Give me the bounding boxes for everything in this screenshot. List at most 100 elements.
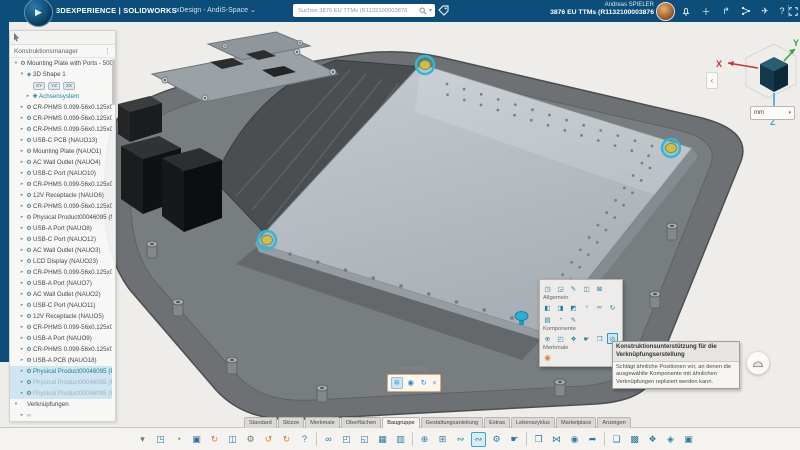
search-scope-chevron-icon[interactable]: ▾ — [429, 7, 432, 14]
tree-scrollbar[interactable] — [112, 59, 115, 105]
insert-assembly-icon[interactable]: ◱ — [357, 432, 372, 447]
tab-gestaltungsanleitung[interactable]: Gestaltungsanleitung — [420, 417, 484, 428]
grab-icon[interactable]: ☛ — [507, 432, 522, 447]
tab-lebenszyklus[interactable]: Lebenszyklus — [511, 417, 555, 428]
avatar[interactable] — [656, 2, 675, 21]
tree-item[interactable]: ▸ ⚙ USB-C PCB (NAUO13) — [10, 135, 112, 146]
gear-mate-icon[interactable]: ❖ — [645, 432, 660, 447]
tree-item[interactable]: ▾ ◈ 3D Shape 1 — [10, 69, 112, 80]
derive-icon[interactable]: ◈ — [663, 432, 678, 447]
help-icon[interactable]: ? — [297, 432, 312, 447]
tree-item[interactable]: ▸⚙CR-PHMS 0.099-56x0.125x0.125 — [10, 344, 112, 355]
share-session-icon[interactable]: ◳ — [153, 432, 168, 447]
tree-item[interactable]: ▸⚙Physical Product00046095 (Phys — [10, 377, 112, 388]
smart-mate-icon[interactable]: ⊕ — [417, 432, 432, 447]
mate-assist-icon[interactable]: ∾ — [471, 431, 486, 447]
jet-icon[interactable]: ✈ — [757, 3, 773, 19]
mate-settings-icon[interactable]: ⚙ — [489, 432, 504, 447]
search-input[interactable] — [296, 6, 417, 15]
suggestion-refresh-icon[interactable]: ↻ — [419, 378, 429, 388]
share-icon[interactable]: ↱ — [718, 3, 734, 19]
plane-chip[interactable]: XY — [33, 81, 46, 90]
mate-icon[interactable]: ∾ — [453, 432, 468, 447]
suggestion-count-icon[interactable]: ◉ — [406, 378, 416, 388]
save-icon[interactable]: ▣ — [189, 432, 204, 447]
redo-icon[interactable]: ↻ — [279, 432, 294, 447]
duplicate-icon[interactable]: ◫ — [225, 432, 240, 447]
swap-component-icon[interactable]: ◲ — [555, 283, 566, 294]
select-cursor-icon[interactable] — [13, 33, 21, 42]
tree-item[interactable]: ▸⚙CR-PHMS 0.099-56x0.125x0.125 — [10, 113, 112, 124]
workspace-switcher[interactable]: xDesign - AndiS-Space ⌄ — [176, 6, 256, 14]
tag-icon[interactable] — [437, 4, 450, 17]
tree-item[interactable]: ▸⚙Physical Product00046095 (NAUO — [10, 212, 112, 223]
tree-item[interactable]: ▸⚙CR-PHMS 0.099-56x0.125x0.125 — [10, 267, 112, 278]
tab-merkmale[interactable]: Merkmale — [305, 417, 340, 428]
tree-item[interactable]: ▸ ⚙ USB-A PCB (NAUO18) — [10, 355, 112, 366]
play-component-icon[interactable]: ◳ — [542, 283, 553, 294]
settings-icon[interactable]: ⚙ — [243, 432, 258, 447]
notifications-icon[interactable] — [678, 3, 694, 19]
network-icon[interactable] — [738, 3, 754, 19]
tree-item[interactable]: ▸ ⚙ 12V Receptacle (NAUO5) — [10, 311, 112, 322]
undo-icon[interactable]: ↺ — [261, 432, 276, 447]
structure-icon[interactable]: ▥ — [393, 432, 408, 447]
tree-item[interactable]: ▸⚙CR-PHMS 0.099-56x0.125x0.125 — [10, 124, 112, 135]
chain-icon[interactable]: ⋈ — [549, 432, 564, 447]
suggestion-close-icon[interactable]: ✕ — [432, 379, 437, 387]
plane-chip[interactable]: ZX — [63, 81, 75, 90]
user-info[interactable]: Andreas SPIELER 3876 EU TTMs (R113210000… — [550, 2, 654, 17]
tree-item[interactable]: ▸ ⚙ 12V Receptacle (NAUO6) — [10, 190, 112, 201]
global-search[interactable]: ▾ — [293, 4, 435, 17]
tab-skizze[interactable]: Skizze — [277, 417, 305, 428]
suggested-position-left[interactable] — [256, 229, 278, 251]
history-icon[interactable]: ◔ — [581, 302, 592, 313]
route-icon[interactable]: ∞ — [321, 432, 336, 447]
component-info-icon[interactable]: ◉ — [567, 432, 582, 447]
left-action-strip[interactable] — [0, 22, 9, 362]
plane-chip-row[interactable]: XY YZ ZX — [10, 80, 112, 91]
tree-item[interactable]: ▸⚙CR-PHMS 0.099-56x0.125x0.125 — [10, 322, 112, 333]
edit-icon[interactable]: ✎ — [568, 283, 579, 294]
tree-item[interactable]: ▸ ⚙ USB-A Port (NAUO9) — [10, 333, 112, 344]
plane-chip[interactable]: YZ — [48, 81, 61, 90]
tree-item[interactable]: ▸⚙CR-PHMS 0.099-56x0.125x0.125 — [10, 201, 112, 212]
tree-item[interactable]: ▾ ⚙ Mounting Plate with Ports - 500 — [10, 58, 112, 69]
tree-item[interactable]: ▸ ⚙ LCD Display (NAUO23) — [10, 256, 112, 267]
insert-component-icon[interactable]: ◰ — [555, 333, 566, 344]
tree-item[interactable]: ▸ ⚙ USB-A Port (NAUO7) — [10, 278, 112, 289]
tree-item[interactable]: ▸⚙Physical Product00046095 (Phys — [10, 388, 112, 399]
tree-item[interactable]: ▸ ✚ Achsensystem — [10, 91, 112, 102]
tree-item[interactable]: ▸ ⚙ USB-A Port (NAUO8) — [10, 223, 112, 234]
search-icon[interactable] — [419, 6, 427, 15]
tree-item[interactable]: ▸⚙Physical Product00046095 (Phys — [10, 366, 112, 377]
tree-item[interactable]: ▸ ⚙ USB-C Port (NAUO10) — [10, 168, 112, 179]
move-component-icon[interactable]: ⊞ — [435, 432, 450, 447]
grab-icon[interactable]: ☛ — [581, 333, 592, 344]
properties-icon[interactable]: ▤ — [542, 314, 553, 325]
assistant-button[interactable] — [746, 351, 770, 375]
pattern-icon[interactable]: ▦ — [375, 432, 390, 447]
tree-item[interactable]: ▸ ⚙ Mounting Plate (NAUO1) — [10, 146, 112, 157]
pattern-linear-icon[interactable]: ▩ — [627, 432, 642, 447]
tree-item[interactable]: ▸ ⚙ AC Wall Outlet (NAUO2) — [10, 289, 112, 300]
history-icon[interactable]: ◔ — [171, 432, 186, 447]
tab-standard[interactable]: Standard — [244, 417, 277, 428]
tree-item[interactable]: ▸ ∞ — [10, 410, 112, 421]
pattern-icon[interactable]: ❖ — [568, 333, 579, 344]
insert-component-icon[interactable]: ◰ — [339, 432, 354, 447]
add-icon[interactable]: ＋ — [698, 3, 714, 19]
replace-icon[interactable]: ❒ — [594, 333, 605, 344]
component-pair-icon[interactable]: ❒ — [531, 432, 546, 447]
expand-caret-icon[interactable]: ▾ — [13, 402, 19, 407]
update-icon[interactable]: ↻ — [607, 302, 618, 313]
copy-icon[interactable]: ◫ — [581, 283, 592, 294]
tree-item[interactable]: ▸ ⚙ USB-C Port (NAUO11) — [10, 300, 112, 311]
tab-oberflächen[interactable]: Oberflächen — [340, 417, 382, 428]
tab-extras[interactable]: Extras — [484, 417, 511, 428]
link-icon[interactable]: ∞ — [594, 302, 605, 313]
frame-icon[interactable]: ❑ — [609, 432, 624, 447]
tree-item[interactable]: ▸ ⚙ AC Wall Outlet (NAUO4) — [10, 157, 112, 168]
suggested-position-right[interactable] — [660, 137, 682, 159]
tab-marketplace[interactable]: Marketplace — [555, 417, 597, 428]
